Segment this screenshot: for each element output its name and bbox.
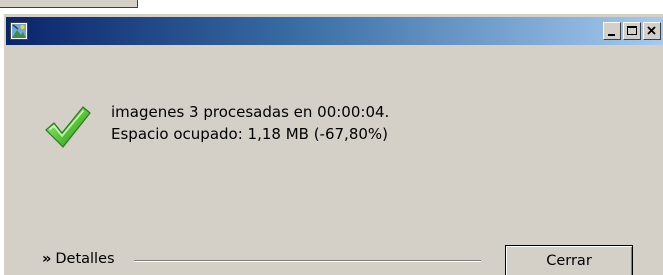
details-toggle[interactable]: » Detalles: [42, 251, 115, 267]
close-icon: [647, 26, 656, 35]
minimize-icon: [608, 34, 615, 36]
maximize-button[interactable]: [623, 22, 641, 40]
details-separator: [134, 260, 481, 262]
minimize-button[interactable]: [603, 22, 621, 40]
space-summary: Espacio ocupado: 1,18 MB (-67,80%): [111, 125, 389, 143]
details-label: Detalles: [55, 251, 115, 267]
close-button[interactable]: [643, 22, 661, 40]
app-image-icon: [10, 22, 28, 40]
processed-summary: imagenes 3 procesadas en 00:00:04.: [111, 103, 390, 121]
checkmark-icon: [45, 106, 91, 148]
background-window-edge: [0, 0, 138, 8]
close-dialog-button[interactable]: Cerrar: [505, 245, 633, 275]
result-dialog: imagenes 3 procesadas en 00:00:04. Espac…: [3, 14, 663, 275]
maximize-icon: [627, 26, 637, 35]
title-bar[interactable]: [6, 17, 663, 45]
result-message: imagenes 3 procesadas en 00:00:04. Espac…: [111, 101, 389, 145]
double-chevron-icon: »: [42, 251, 52, 267]
